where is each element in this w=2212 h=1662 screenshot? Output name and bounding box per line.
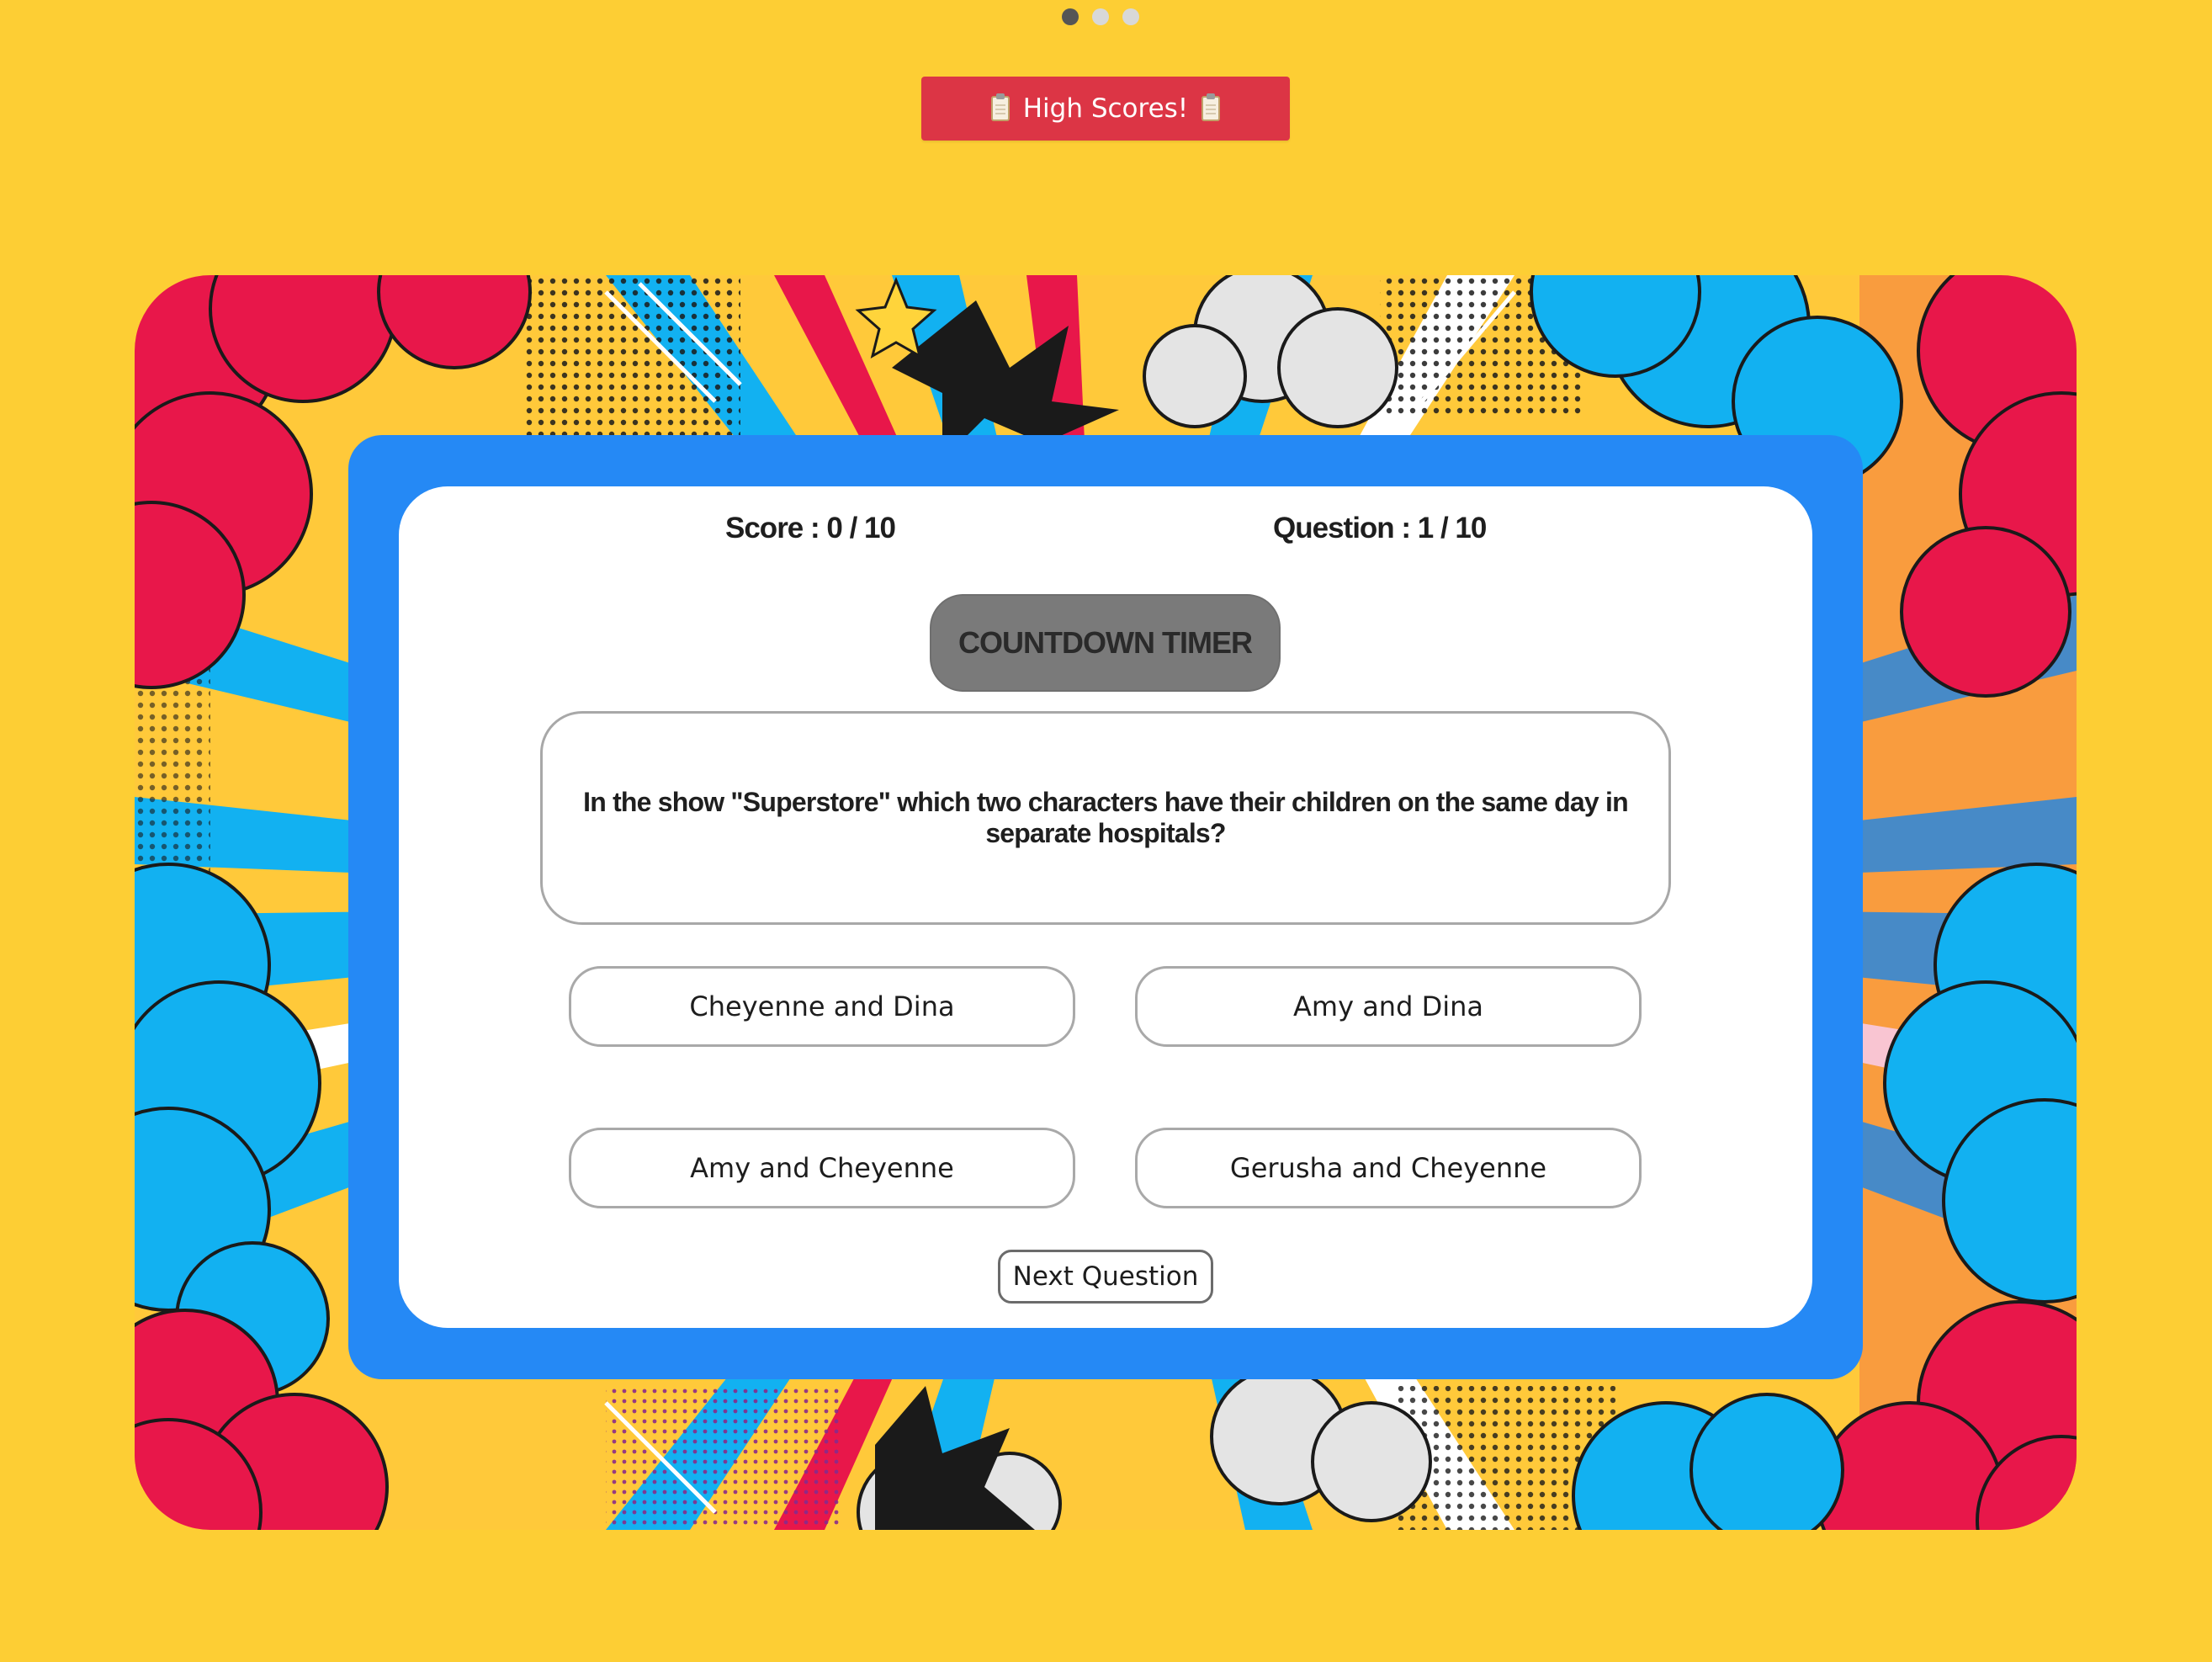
carousel-dot-3[interactable] [1122, 8, 1139, 25]
clipboard-icon [1201, 93, 1221, 121]
high-scores-button[interactable]: High Scores! [921, 77, 1290, 141]
countdown-timer: COUNTDOWN TIMER [930, 594, 1281, 692]
answer-button-4[interactable]: Gerusha and Cheyenne [1135, 1128, 1642, 1208]
question-box: In the show "Superstore" which two chara… [540, 711, 1671, 925]
question-counter: Question : 1 / 10 [1273, 512, 1487, 544]
answer-button-3[interactable]: Amy and Cheyenne [569, 1128, 1075, 1208]
next-question-button[interactable]: Next Question [998, 1250, 1213, 1304]
clipboard-icon [990, 93, 1010, 121]
question-text: In the show "Superstore" which two chara… [583, 787, 1629, 848]
score-display: Score : 0 / 10 [725, 512, 896, 544]
high-scores-label: High Scores! [1022, 93, 1189, 124]
answer-button-2[interactable]: Amy and Dina [1135, 966, 1642, 1047]
carousel-dot-2[interactable] [1092, 8, 1109, 25]
carousel-dot-1[interactable] [1062, 8, 1079, 25]
answer-button-1[interactable]: Cheyenne and Dina [569, 966, 1075, 1047]
